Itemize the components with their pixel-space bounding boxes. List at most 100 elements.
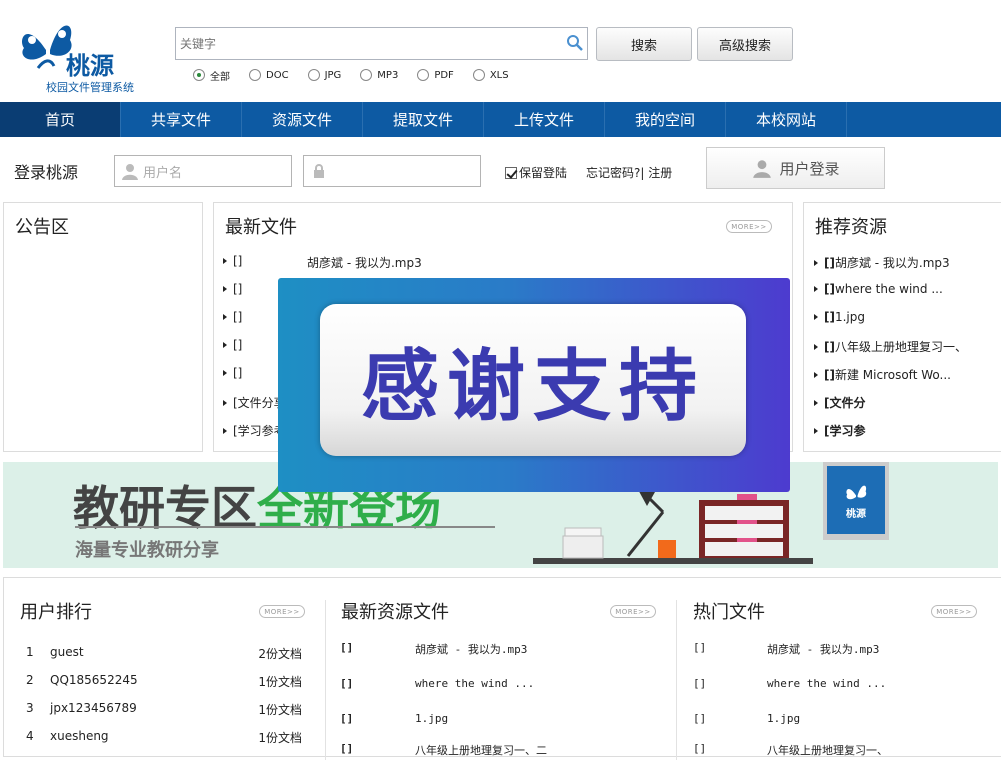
user-rank-title: 用户排行 — [20, 602, 92, 623]
login-title: 登录桃源 — [14, 163, 79, 182]
nav-resource-files[interactable]: 资源文件 — [242, 102, 363, 137]
latest-files-more-button[interactable]: MORE>> — [726, 220, 772, 233]
bullet-icon — [814, 400, 818, 406]
list-item[interactable]: []1.jpg — [693, 712, 800, 725]
nav-retrieve-files[interactable]: 提取文件 — [363, 102, 484, 137]
banner-logo-badge: 桃源 — [823, 462, 889, 540]
checkbox-icon — [505, 166, 517, 179]
bottom-section: 用户排行 MORE>> 1 guest 2份文档 2 QQ185652245 1份文档 … — [3, 577, 1001, 760]
list-item[interactable]: []新建 Microsoft Wo... — [814, 366, 951, 383]
bullet-icon — [223, 400, 227, 406]
nav-home[interactable]: 首页 — [0, 102, 121, 137]
radio-icon — [193, 69, 205, 81]
logo-subtitle: 校园文件管理系统 — [46, 81, 134, 94]
nav-upload-files[interactable]: 上传文件 — [484, 102, 605, 137]
list-item[interactable]: []where the wind ... — [814, 282, 943, 296]
bullet-icon — [814, 428, 818, 434]
list-item[interactable]: []八年级上册地理复习一、 — [693, 742, 888, 757]
bullet-icon — [814, 372, 818, 378]
list-item[interactable]: []胡彦斌 - 我以为.mp3 — [340, 641, 527, 656]
filter-jpg[interactable]: JPG — [307, 66, 341, 84]
bullet-icon — [223, 314, 227, 320]
bullet-icon — [223, 258, 227, 264]
table-row[interactable]: 2 QQ185652245 1份文档 — [26, 673, 302, 689]
main-nav: 首页 共享文件 资源文件 提取文件 上传文件 我的空间 本校网站 — [0, 102, 1001, 137]
radio-icon — [417, 69, 430, 81]
user-icon — [122, 164, 138, 180]
bullet-icon — [814, 286, 818, 292]
nav-school-site[interactable]: 本校网站 — [726, 102, 847, 137]
list-item[interactable]: []胡彦斌 - 我以为.mp3 — [693, 641, 879, 656]
list-item[interactable]: []胡彦斌 - 我以为.mp3 — [223, 254, 422, 270]
advanced-search-button[interactable]: 高级搜索 — [697, 27, 793, 61]
forgot-register-link[interactable]: 忘记密码?| 注册 — [586, 164, 672, 181]
list-item[interactable]: [] 八年级上册地理复习一、二 — [340, 742, 547, 757]
list-item[interactable]: [] — [223, 366, 242, 380]
bullet-icon — [814, 344, 818, 350]
list-item[interactable]: [学习参考 — [223, 422, 286, 439]
list-item[interactable]: []胡彦斌 - 我以为.mp3 — [814, 254, 950, 271]
search-icon[interactable] — [566, 34, 584, 52]
bullet-icon — [223, 342, 227, 348]
login-bar: 登录桃源 用户名 保留登陆 忘记密码?| 注册 用户登录 — [0, 137, 1001, 200]
filter-xls[interactable]: XLS — [472, 66, 509, 84]
banner-subline: 海量专业教研分享 — [75, 540, 219, 561]
list-item[interactable]: [文件分享 — [223, 394, 286, 411]
bullet-icon — [814, 260, 818, 266]
list-item[interactable]: [] — [223, 310, 242, 324]
search-input[interactable] — [175, 27, 588, 60]
list-item[interactable]: []1.jpg — [340, 712, 448, 725]
filter-all[interactable]: 全部 — [193, 66, 230, 84]
bullet-icon — [223, 428, 227, 434]
list-item[interactable]: [学习参 — [814, 422, 866, 439]
search-button[interactable]: 搜索 — [596, 27, 692, 61]
radio-icon — [307, 69, 320, 81]
list-item[interactable]: [文件分 — [814, 394, 866, 411]
hot-files-title: 热门文件 — [693, 602, 765, 623]
username-placeholder: 用户名 — [143, 165, 183, 181]
nav-my-space[interactable]: 我的空间 — [605, 102, 726, 137]
list-item[interactable]: [] — [223, 338, 242, 352]
announcement-panel: 公告区 — [3, 202, 203, 452]
butterfly-logo-icon — [846, 485, 867, 499]
remember-checkbox[interactable]: 保留登陆 — [505, 164, 567, 181]
column-divider — [676, 600, 677, 760]
filter-doc[interactable]: DOC — [249, 66, 289, 84]
latest-resources-more-button[interactable]: MORE>> — [610, 605, 656, 618]
username-field[interactable]: 用户名 — [114, 155, 292, 187]
filter-mp3[interactable]: MP3 — [360, 66, 398, 84]
thanks-popup[interactable]: 感谢支持 — [278, 278, 790, 492]
list-item[interactable]: []where the wind ... — [340, 677, 534, 690]
radio-icon — [360, 69, 373, 81]
radio-icon — [249, 69, 261, 81]
list-item[interactable]: []where the wind ... — [693, 677, 886, 690]
hot-files-more-button[interactable]: MORE>> — [931, 605, 977, 618]
latest-resources-title: 最新资源文件 — [341, 602, 449, 623]
recommended-panel: 推荐资源 []胡彦斌 - 我以为.mp3 []where the wind ..… — [803, 202, 1001, 452]
header: 桃源 校园文件管理系统 搜索 高级搜索 全部 DOC JPG MP3 PDF X… — [0, 0, 1001, 102]
lock-icon — [314, 164, 324, 178]
recommended-title: 推荐资源 — [815, 217, 887, 238]
list-item[interactable]: []八年级上册地理复习一、 — [814, 338, 967, 355]
radio-icon — [472, 69, 485, 81]
table-row[interactable]: 4 xuesheng 1份文档 — [26, 729, 302, 745]
bullet-icon — [814, 314, 818, 320]
file-type-filter: 全部 DOC JPG MP3 PDF XLS — [193, 66, 528, 84]
filter-pdf[interactable]: PDF — [417, 66, 454, 84]
site-logo[interactable]: 桃源 校园文件管理系统 — [14, 8, 149, 96]
bullet-icon — [223, 286, 227, 292]
list-item[interactable]: []1.jpg — [814, 310, 865, 324]
latest-files-title: 最新文件 — [225, 217, 297, 238]
table-row[interactable]: 3 jpx123456789 1份文档 — [26, 701, 302, 717]
password-field[interactable] — [303, 155, 481, 187]
user-icon — [753, 160, 772, 178]
popup-message: 感谢支持 — [320, 304, 746, 456]
column-divider — [325, 600, 326, 760]
table-row[interactable]: 1 guest 2份文档 — [26, 645, 302, 661]
login-button[interactable]: 用户登录 — [706, 147, 885, 189]
bullet-icon — [223, 370, 227, 376]
list-item[interactable]: [] — [223, 282, 242, 296]
nav-shared-files[interactable]: 共享文件 — [121, 102, 242, 137]
user-rank-more-button[interactable]: MORE>> — [259, 605, 305, 618]
logo-name: 桃源 — [66, 52, 114, 80]
